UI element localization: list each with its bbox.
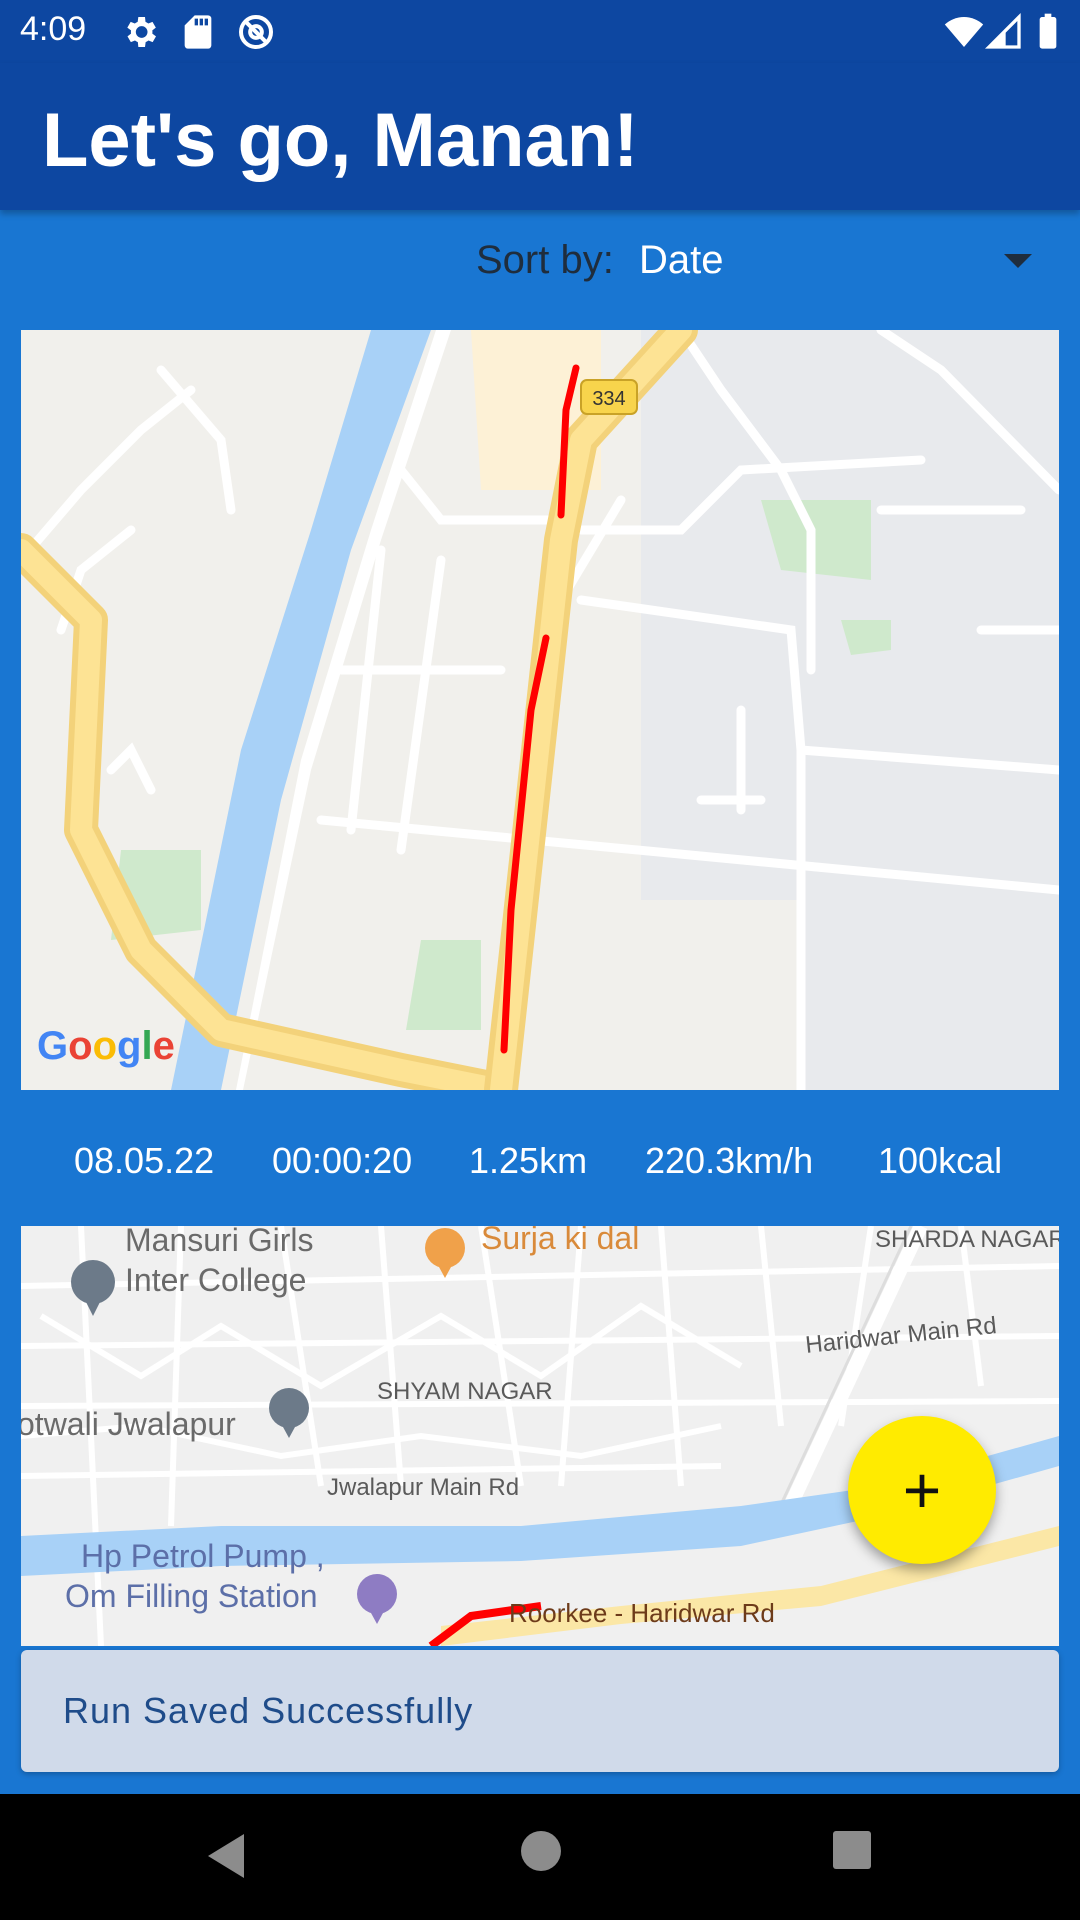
run-distance: 1.25km [469, 1140, 588, 1181]
snackbar-message: Run Saved Successfully [63, 1690, 474, 1731]
back-icon[interactable] [200, 1828, 252, 1884]
dropdown-arrow-icon[interactable] [1004, 254, 1032, 268]
status-time: 4:09 [20, 10, 87, 48]
gear-icon [127, 17, 156, 47]
map-label-shyam: SHYAM NAGAR [377, 1378, 553, 1405]
sort-row: Sort by: Date [0, 210, 1080, 320]
map-label-kotwali: otwali Jwalapur [21, 1406, 236, 1442]
signal-icon [984, 12, 1021, 49]
battery-icon [1039, 13, 1057, 49]
run-stats-row: 08.05.22 00:00:20 1.25km 220.3km/h 100kc… [0, 1110, 1080, 1210]
map-label-petrol-1: Hp Petrol Pump , [81, 1538, 325, 1574]
location-off-icon [239, 15, 273, 49]
road-badge: 334 [592, 388, 625, 410]
add-run-button[interactable]: + [848, 1416, 996, 1564]
map-label-petrol-2: Om Filling Station [65, 1578, 318, 1614]
app-title: Let's go, Manan! [42, 98, 639, 183]
run-date: 08.05.22 [74, 1140, 215, 1181]
sort-dropdown[interactable]: Date [639, 238, 724, 283]
wifi-icon [944, 17, 984, 47]
run-calories: 100kcal [878, 1140, 1003, 1181]
run-map-1[interactable]: 334 Google [21, 330, 1059, 1090]
map-label-college: Mansuri Girls Inter College [125, 1226, 314, 1298]
google-logo: Google [37, 1024, 175, 1068]
sort-label: Sort by: [476, 238, 614, 282]
plus-icon: + [902, 1453, 942, 1527]
run-duration: 00:00:20 [272, 1140, 413, 1181]
snackbar: Run Saved Successfully [21, 1650, 1059, 1772]
app-bar: Let's go, Manan! [0, 63, 1080, 210]
map-label-restaurant: Surja ki dal [481, 1226, 640, 1256]
map-label-roorkee: Roorkee - Haridwar Rd [509, 1598, 775, 1628]
map-label-jwalapur-main: Jwalapur Main Rd [327, 1474, 520, 1501]
map-1-tiles: 334 [21, 330, 1059, 1090]
recents-icon[interactable] [830, 1828, 874, 1872]
run-speed: 220.3km/h [645, 1140, 814, 1181]
map-label-sharda: SHARDA NAGAR [875, 1226, 1059, 1253]
navigation-bar [0, 1794, 1080, 1920]
status-bar: 4:09 [0, 0, 1080, 63]
home-icon[interactable] [518, 1828, 564, 1874]
sd-card-icon [184, 15, 212, 49]
